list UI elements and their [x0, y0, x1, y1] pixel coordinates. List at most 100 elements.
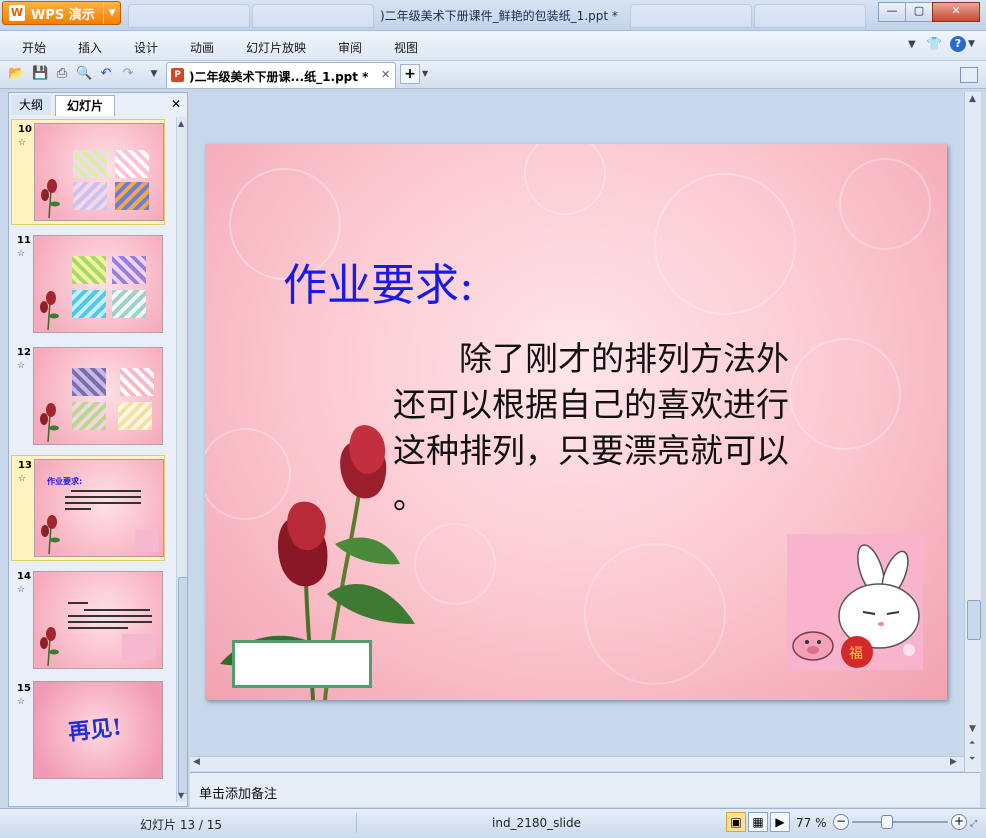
pattern-swatch [72, 402, 106, 430]
rose-icon [41, 179, 60, 218]
save-icon[interactable]: 💾 [32, 66, 48, 82]
star-icon: ☆ [17, 585, 26, 595]
pattern-swatch [118, 402, 152, 430]
star-icon: ☆ [18, 138, 27, 148]
task-pane-icon[interactable] [960, 67, 978, 83]
maximize-button[interactable]: ▢ [905, 2, 933, 22]
menu-review[interactable]: 审阅 [338, 39, 362, 56]
print-icon[interactable]: ⎙ [54, 66, 70, 82]
scroll-down-icon[interactable]: ▼ [178, 791, 184, 800]
star-icon: ☆ [17, 697, 26, 707]
scroll-up-icon[interactable]: ▲ [178, 119, 184, 128]
svg-text:福: 福 [849, 646, 863, 662]
slide-preview: 作业要求: [34, 459, 164, 557]
slide-number: 14 [17, 571, 31, 582]
notes-pane[interactable]: 单击添加备注 [190, 772, 980, 807]
slide-number: 15 [17, 683, 31, 694]
close-button[interactable]: ✕ [932, 2, 980, 22]
close-tab-icon[interactable]: ✕ [381, 68, 390, 81]
background-window-tab[interactable] [630, 4, 752, 28]
zoom-slider-handle[interactable] [881, 815, 893, 829]
star-icon: ☆ [17, 361, 26, 371]
ribbon-collapse-icon[interactable]: ▼ [908, 39, 916, 50]
chevron-down-icon[interactable]: ▼ [103, 2, 120, 24]
menu-home[interactable]: 开始 [22, 39, 46, 56]
redo-icon[interactable]: ↷ [120, 66, 136, 82]
document-tab-label: )二年级美术下册课...纸_1.ppt * [189, 70, 369, 84]
minimize-button[interactable]: — [878, 2, 906, 22]
slide-preview [34, 123, 164, 221]
help-dropdown-icon[interactable]: ▼ [968, 39, 975, 49]
next-slide-icon[interactable]: ⏷ [969, 754, 975, 764]
new-tab-button[interactable]: + [400, 64, 420, 84]
scroll-up-icon[interactable]: ▲ [969, 94, 976, 104]
rose-icon [40, 627, 59, 666]
bunny-icon: 福 [787, 534, 923, 670]
pattern-swatch [120, 368, 154, 396]
new-tab-dropdown-icon[interactable]: ▼ [422, 69, 428, 78]
status-bar: 幻灯片 13 / 15 ind_2180_slide ▣ ▦ ▶ 77 % − … [0, 808, 986, 838]
slides-panel: 大纲 幻灯片 ✕ 10 ☆ 11 ☆ 12 ☆ 13 ☆ 作业要求: 14 ☆ … [8, 92, 188, 807]
help-icon[interactable]: ? [950, 36, 966, 52]
title-bar: W WPS 演示 ▼ )二年级美术下册课件_鲜艳的包装纸_1.ppt * — ▢… [0, 0, 986, 31]
open-icon[interactable]: 📂 [8, 66, 24, 82]
slide-thumbnail-13[interactable]: 13 ☆ 作业要求: [11, 455, 165, 561]
scrollbar-thumb[interactable] [178, 577, 188, 794]
text-line [68, 615, 152, 617]
background-window-tab[interactable] [754, 4, 866, 28]
wps-app-menu-button[interactable]: W WPS 演示 ▼ [2, 1, 121, 25]
menu-view[interactable]: 视图 [394, 39, 418, 56]
slide-preview [33, 235, 163, 333]
empty-text-box[interactable] [232, 640, 372, 688]
toolbar-customize-icon[interactable]: ▼ [146, 66, 162, 82]
background-window-tab[interactable] [128, 4, 250, 28]
document-tab[interactable]: P )二年级美术下册课...纸_1.ppt * ✕ [166, 62, 396, 88]
bunny-image[interactable]: 福 [787, 534, 923, 670]
slide-title[interactable]: 作业要求: [283, 249, 474, 313]
notes-placeholder[interactable]: 单击添加备注 [199, 783, 277, 802]
star-icon: ☆ [18, 474, 27, 484]
zoom-in-button[interactable]: + [951, 814, 967, 830]
previous-slide-icon[interactable]: ⏶ [969, 738, 975, 748]
rose-icon [40, 291, 59, 330]
menu-design[interactable]: 设计 [134, 39, 158, 56]
tab-slides[interactable]: 幻灯片 [55, 95, 115, 116]
fit-window-icon[interactable]: ⤢ [970, 819, 977, 829]
quick-access-toolbar: 📂 💾 ⎙ 🔍 ↶ ↷ ▼ P )二年级美术下册课...纸_1.ppt * ✕ … [0, 61, 986, 89]
tab-outline[interactable]: 大纲 [11, 95, 51, 115]
editor-horizontal-scrollbar[interactable]: ◀ ▶ [190, 756, 964, 771]
menu-animation[interactable]: 动画 [190, 39, 214, 56]
slide-counter: 幻灯片 13 / 15 [140, 818, 223, 832]
normal-view-icon[interactable]: ▣ [726, 812, 746, 832]
menu-slideshow[interactable]: 幻灯片放映 [246, 39, 306, 56]
current-slide[interactable]: 作业要求: 除了刚才的排列方法外还可以根据自己的喜欢进行这种排列，只要漂亮就可以… [205, 144, 947, 700]
thumb-title: 作业要求: [47, 477, 83, 486]
skin-shirt-icon[interactable]: 👕 [926, 37, 942, 52]
slide-body-text[interactable]: 除了刚才的排列方法外还可以根据自己的喜欢进行这种排列，只要漂亮就可以 。 [393, 336, 813, 520]
scroll-left-icon[interactable]: ◀ [193, 757, 200, 767]
slides-scrollbar[interactable]: ▲ ▼ [176, 117, 188, 802]
zoom-out-button[interactable]: − [833, 814, 849, 830]
image-thumb [122, 634, 156, 660]
scroll-right-icon[interactable]: ▶ [950, 757, 957, 767]
scrollbar-thumb[interactable] [967, 600, 981, 640]
text-line [65, 508, 91, 510]
text-line [65, 502, 141, 504]
background-window-tab[interactable] [252, 4, 374, 28]
slide-thumbnail-15[interactable]: 15 ☆ 再见! [11, 679, 163, 783]
slide-thumbnail-12[interactable]: 12 ☆ [11, 343, 163, 447]
pattern-swatch [115, 150, 149, 178]
print-preview-icon[interactable]: 🔍 [76, 66, 92, 82]
zoom-slider-track[interactable] [852, 821, 948, 823]
undo-icon[interactable]: ↶ [98, 66, 114, 82]
slide-sorter-view-icon[interactable]: ▦ [748, 812, 768, 832]
slide-thumbnail-11[interactable]: 11 ☆ [11, 231, 163, 335]
editor-vertical-scrollbar[interactable]: ▲ ▼ ⏶ ⏷ [964, 92, 981, 772]
close-panel-icon[interactable]: ✕ [171, 97, 181, 111]
scroll-down-icon[interactable]: ▼ [969, 724, 976, 734]
slide-thumbnail-14[interactable]: 14 ☆ [11, 567, 163, 671]
text-line [68, 602, 88, 604]
slide-thumbnail-10[interactable]: 10 ☆ [11, 119, 165, 225]
slideshow-view-icon[interactable]: ▶ [770, 812, 790, 832]
menu-insert[interactable]: 插入 [78, 39, 102, 56]
